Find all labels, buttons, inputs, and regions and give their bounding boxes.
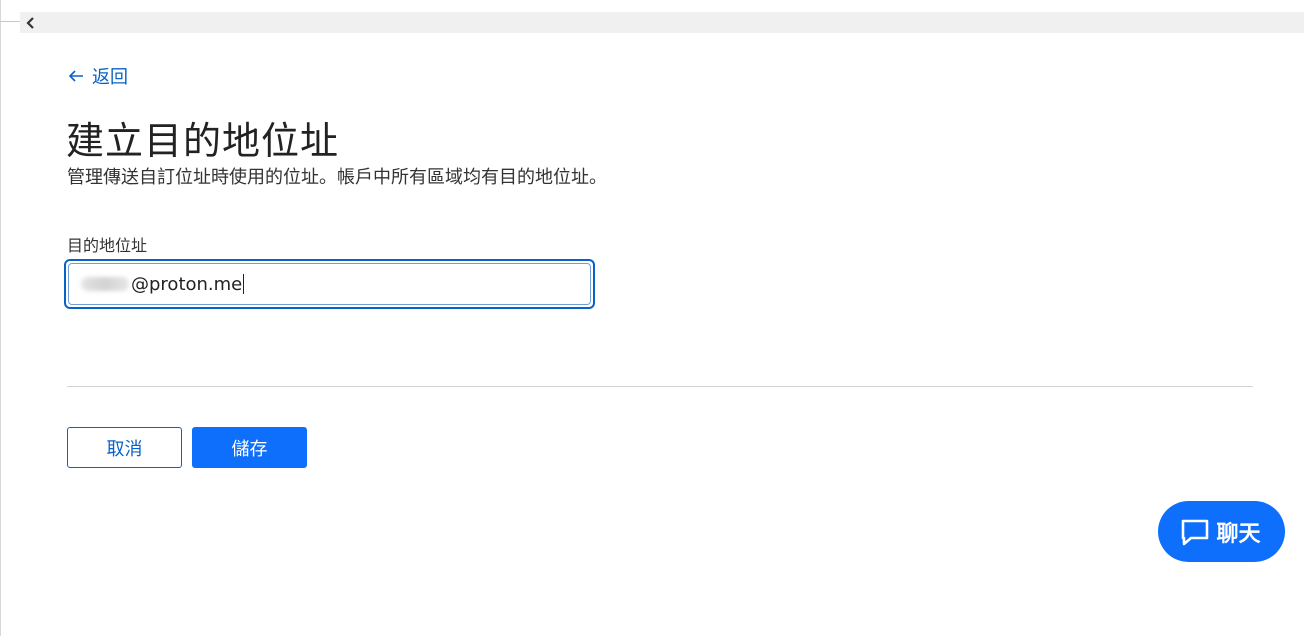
text-caret	[243, 274, 245, 294]
back-link[interactable]: 返回	[67, 63, 128, 89]
cancel-button[interactable]: 取消	[67, 427, 182, 468]
top-toolbar	[20, 12, 1304, 33]
chat-bubble-icon	[1182, 519, 1209, 545]
redacted-local-part	[81, 277, 129, 291]
destination-address-label: 目的地位址	[67, 236, 148, 255]
top-border-stub	[0, 21, 20, 22]
destination-address-input[interactable]: @proton.me	[68, 263, 591, 305]
save-button[interactable]: 儲存	[192, 427, 307, 468]
destination-address-value: @proton.me	[131, 273, 243, 295]
destination-address-field[interactable]: @proton.me	[64, 259, 595, 309]
back-link-label: 返回	[92, 67, 128, 88]
left-border	[0, 0, 1, 636]
chat-button-label: 聊天	[1216, 521, 1261, 547]
collapse-button[interactable]	[22, 12, 40, 33]
section-divider	[67, 386, 1253, 387]
page-title: 建立目的地位址	[66, 119, 340, 163]
page-description: 管理傳送自訂位址時使用的位址。帳戶中所有區域均有目的地位址。	[67, 167, 607, 188]
arrow-left-icon	[68, 70, 83, 82]
chat-button[interactable]: 聊天	[1158, 501, 1285, 562]
chevron-left-icon	[26, 16, 34, 29]
